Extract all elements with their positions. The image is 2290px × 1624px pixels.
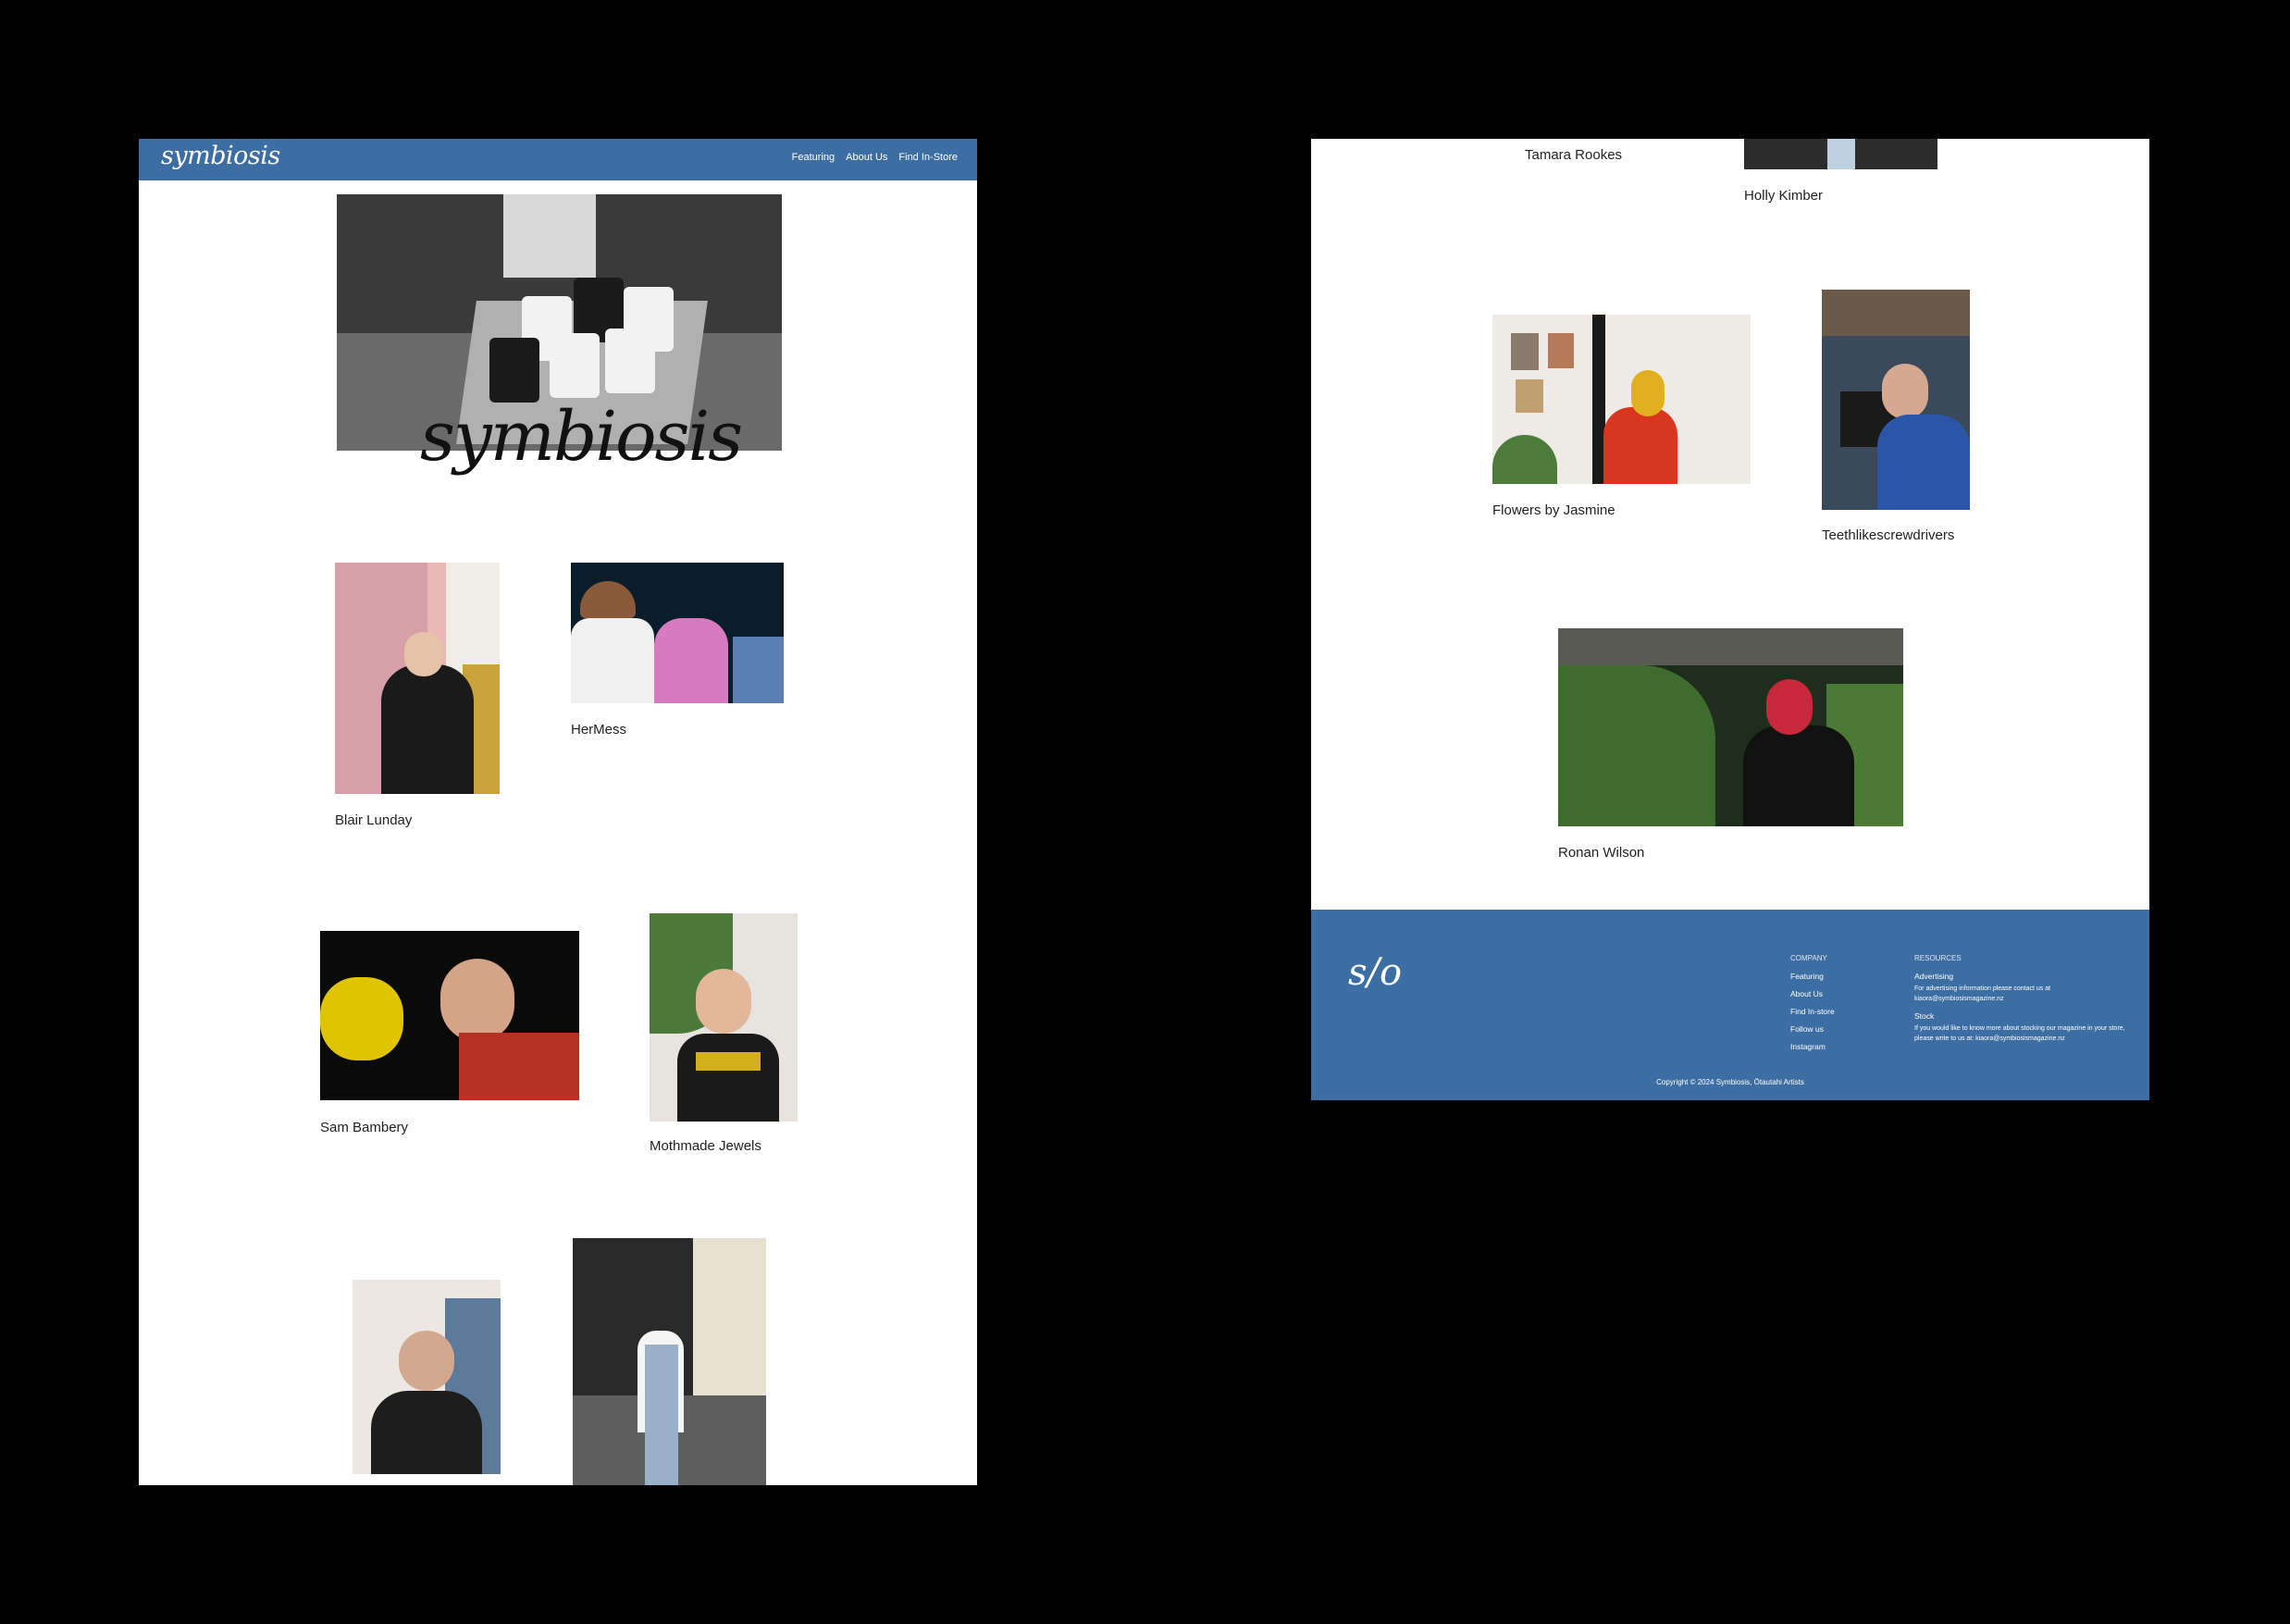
footer-logo[interactable]: s/o	[1348, 951, 1402, 994]
footer-link-follow-us[interactable]: Follow us	[1790, 1024, 1835, 1034]
artist-photo-ronan-wilson[interactable]	[1558, 628, 1903, 826]
artist-caption: Mothmade Jewels	[650, 1138, 761, 1154]
artist-photo[interactable]	[353, 1280, 501, 1474]
artist-photo-sam-bambery[interactable]	[320, 931, 579, 1100]
artist-photo-mothmade-jewels[interactable]	[650, 913, 798, 1122]
footer-resources-column: RESOURCES Advertising For advertising in…	[1914, 954, 2129, 1051]
artist-caption: HerMess	[571, 722, 627, 738]
footer-link-advertising[interactable]: Advertising	[1914, 972, 2129, 981]
artist-caption: Tamara Rookes	[1525, 147, 1623, 163]
artist-caption: Flowers by Jasmine	[1492, 502, 1615, 518]
top-navbar: symbiosis Featuring About Us Find In-Sto…	[139, 139, 977, 180]
artist-caption: Teethlikescrewdrivers	[1822, 527, 1955, 543]
nav-link-about-us[interactable]: About Us	[846, 152, 887, 163]
page-top-screenshot: symbiosis Featuring About Us Find In-Sto…	[139, 139, 977, 1485]
footer-heading: RESOURCES	[1914, 954, 1962, 962]
artist-caption: Blair Lunday	[335, 812, 413, 828]
artist-photo-blair-lunday[interactable]	[335, 563, 500, 794]
artist-photo-teethlikescrewdrivers[interactable]	[1822, 290, 1970, 510]
nav-link-featuring[interactable]: Featuring	[792, 152, 835, 163]
footer-link-instagram[interactable]: Instagram	[1790, 1042, 1835, 1051]
nav-link-find-in-store[interactable]: Find In-Store	[898, 152, 958, 163]
nav-links: Featuring About Us Find In-Store	[792, 152, 958, 163]
site-logo[interactable]: symbiosis	[161, 142, 280, 170]
artist-caption: Holly Kimber	[1744, 188, 1824, 204]
artist-photo[interactable]	[573, 1238, 766, 1485]
artist-photo-holly-kimber[interactable]	[1744, 139, 1937, 169]
footer-link-featuring[interactable]: Featuring	[1790, 972, 1835, 981]
artist-photo-flowers-by-jasmine[interactable]	[1492, 315, 1751, 484]
footer-company-column: COMPANY Featuring About Us Find In-store…	[1790, 954, 1835, 1060]
advertising-note: For advertising information please conta…	[1914, 986, 2051, 1002]
artist-caption: Sam Bambery	[320, 1120, 409, 1135]
footer-heading: COMPANY	[1790, 954, 1827, 962]
page-bottom-screenshot: Tamara Rookes Holly Kimber Flowers by Ja…	[1311, 139, 2149, 1100]
footer-link-stock[interactable]: Stock	[1914, 1011, 2129, 1021]
stock-note: If you would like to know more about sto…	[1914, 1025, 2125, 1042]
artist-caption: Ronan Wilson	[1558, 845, 1645, 861]
footer-link-find-in-store[interactable]: Find In-store	[1790, 1007, 1835, 1016]
hero-title: symbiosis	[420, 397, 743, 477]
artist-photo-hermess[interactable]	[571, 563, 784, 703]
footer-link-about-us[interactable]: About Us	[1790, 989, 1835, 998]
copyright-text: Copyright © 2024 Symbiosis, Ōtautahi Art…	[1656, 1078, 1804, 1086]
site-footer: s/o COMPANY Featuring About Us Find In-s…	[1311, 910, 2149, 1100]
